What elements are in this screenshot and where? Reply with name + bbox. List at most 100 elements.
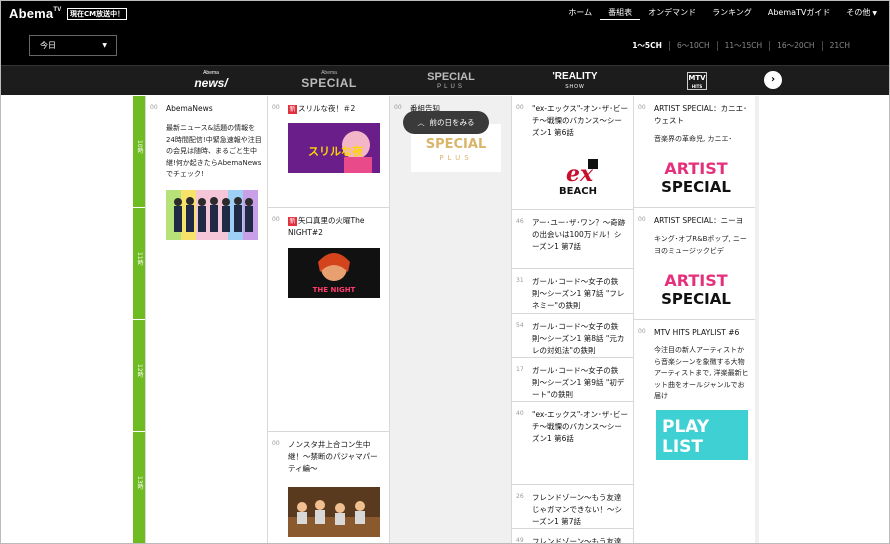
program-title: ガール･コード〜女子の鉄則〜シーズン1 第9話 "初デート"の鉄則 [532, 366, 625, 399]
nav-on-demand[interactable]: オンデマンド [640, 7, 704, 20]
program-minute: 26 [516, 493, 524, 500]
program-cell[interactable]: 40 "ex-エックス"-オン･ザ･ビーチ〜戦慄のバカンス〜シーズン1 第6話 [512, 402, 633, 485]
program-title: ARTIST SPECIAL：カニエ･ウェスト [654, 104, 747, 125]
program-minute: 54 [516, 322, 524, 329]
program-minute: 00 [638, 328, 646, 335]
program-cell[interactable]: 00 番組告知 SPECIAL PLUS [390, 96, 511, 543]
program-title: ガール･コード〜女子の鉄則〜シーズン1 第7話 "フレネミー"の鉄則 [532, 277, 625, 310]
tab-ch-6-10[interactable]: 6〜10CH [668, 41, 717, 51]
program-cell[interactable]: 00 ARTIST SPECIAL：ニーヨ キング･オブR&Bポップ, ニーヨの… [634, 208, 755, 320]
program-minute: 17 [516, 366, 524, 373]
program-title: ガール･コード〜女子の鉄則〜シーズン1 第8話 "元カレの対処法"の鉄則 [532, 322, 625, 355]
program-description: 今注目の新人アーティストから音楽シーンを象徴する大物アーティストまで, 洋楽最新… [654, 346, 749, 400]
program-cell[interactable]: 26 フレンドゾーン〜もう友達じゃガマンできない！〜シーズン1 第7話 [512, 485, 633, 529]
program-title-text: スリルな夜！＃2 [298, 104, 356, 113]
program-cell[interactable]: 54 ガール･コード〜女子の鉄則〜シーズン1 第8話 "元カレの対処法"の鉄則 [512, 314, 633, 358]
prev-day-label: 前の日をみる [429, 118, 475, 127]
nav-home[interactable]: ホーム [560, 7, 600, 20]
channel-logo-main: SPECIAL [301, 76, 357, 90]
chevron-right-icon: › [770, 74, 776, 85]
hour-label: 11時 [136, 252, 143, 266]
main-nav: ホーム 番組表 オンデマンド ランキング AbemaTVガイド その他 ▼ [560, 7, 885, 20]
program-thumbnail: ARTIST SPECIAL [656, 264, 736, 314]
thumb-caption: スリルな夜 [308, 144, 364, 158]
program-thumbnail [288, 487, 380, 537]
thumb-logo-top: SPECIAL [426, 137, 487, 152]
channel-logo-special-plus[interactable]: SPECIAL PLUS [421, 70, 481, 92]
thumb-caption: PLAY [662, 417, 710, 437]
program-minute: 00 [272, 104, 280, 111]
date-select[interactable]: 今日 ▼ [29, 35, 117, 56]
next-channels-button[interactable]: › [764, 71, 782, 89]
channel-logo-bottom: PLUS [437, 84, 465, 90]
program-cell[interactable]: 46 アー･ユー･ザ･ワン？〜奇跡の出会いは100万ドル！シーズン1 第7話 [512, 210, 633, 269]
thumb-caption: ARTIST [664, 159, 727, 178]
program-title: AbemaNews [166, 104, 213, 113]
thumb-caption: THE NIGHT [313, 286, 356, 294]
nav-other[interactable]: その他 ▼ [838, 7, 885, 20]
right-margin [759, 96, 889, 543]
hour-label: 13時 [136, 476, 143, 490]
hour-cell: 10時 [133, 96, 145, 208]
program-cell[interactable]: 17 ガール･コード〜女子の鉄則〜シーズン1 第9話 "初デート"の鉄則 [512, 358, 633, 402]
channel-logo-abema-special[interactable]: Abema SPECIAL [299, 70, 359, 92]
program-cell[interactable]: 00 AbemaNews 最新ニュース&話題の情報を24時間配信!中緊急速報や注… [146, 96, 267, 543]
program-cell[interactable]: 49 フレンドゾーン〜もう友達 [512, 529, 633, 543]
program-minute: 40 [516, 410, 524, 417]
channel-logo-main: MTV [688, 74, 706, 82]
channel-logo-mtv-hits[interactable]: MTV HITS [687, 72, 707, 90]
channel-logo-reality-show[interactable]: 'REALITY SHOW [545, 70, 605, 92]
nav-abematv-guide[interactable]: AbemaTVガイド [760, 7, 839, 20]
program-grid: 10時 11時 12時 13時 00 AbemaNews 最新ニュース&話題の情… [133, 96, 759, 543]
program-title: ARTIST SPECIAL：ニーヨ [654, 216, 744, 225]
prev-day-button[interactable]: ︿ 前の日をみる [403, 111, 489, 134]
tab-ch-21[interactable]: 21CH [821, 41, 857, 51]
time-column: 10時 11時 12時 13時 [133, 96, 145, 543]
program-title: フレンドゾーン〜もう友達じゃガマンできない！〜シーズン1 第7話 [532, 493, 622, 526]
logo-sup: TV [53, 7, 62, 13]
program-title: "ex-エックス"-オン･ザ･ビーチ〜戦慄のバカンス〜シーズン1 第6話 [532, 410, 629, 443]
live-cm-badge[interactable]: 現在CM放送中！ [67, 8, 128, 20]
nav-program-guide[interactable]: 番組表 [600, 7, 641, 20]
hour-cell: 13時 [133, 432, 145, 543]
program-minute: 00 [638, 104, 646, 111]
program-cell[interactable]: 00 MTV HITS PLAYLIST #6 今注目の新人アーティストから音楽… [634, 320, 755, 543]
program-title: MTV HITS PLAYLIST #6 [654, 328, 740, 337]
channel-logo-abema-news[interactable]: Abema news/ [181, 70, 241, 92]
chevron-down-icon: ▼ [102, 42, 107, 49]
abema-logo[interactable]: AbemaTV [9, 6, 61, 21]
program-cell[interactable]: 00 ARTIST SPECIAL：カニエ･ウェスト 音楽界の革命児, カニエ･… [634, 96, 755, 208]
thumb-caption: ARTIST [664, 271, 727, 290]
nav-ranking[interactable]: ランキング [704, 7, 760, 20]
program-thumbnail: ARTIST SPECIAL [656, 152, 736, 202]
program-description: キング･オブR&Bポップ, ニーヨのミュージックビデ [654, 235, 747, 255]
tab-ch-11-15[interactable]: 11〜15CH [716, 41, 769, 51]
hour-cell: 11時 [133, 208, 145, 320]
channel-logo-sub: HITS [691, 84, 703, 89]
program-minute: 46 [516, 218, 524, 225]
thumb-caption-2: SPECIAL [661, 290, 731, 308]
program-cell[interactable]: 00 新矢口真里の火曜The NIGHT#2 THE NIGHT [268, 208, 389, 432]
program-minute: 00 [272, 440, 280, 447]
program-thumbnail: ex BEACH [532, 149, 624, 199]
program-minute: 00 [516, 104, 524, 111]
program-cell[interactable]: 00 新スリルな夜！＃2 スリルな夜 [268, 96, 389, 208]
channel-column-special: 00 新スリルな夜！＃2 スリルな夜 00 新矢口真里の火曜The NIGHT#… [267, 96, 389, 543]
tab-ch-16-20[interactable]: 16〜20CH [769, 41, 821, 51]
program-cell[interactable]: 00 ノンスタ井上合コン生中継！〜禁断のパジャマパーティ編〜 [268, 432, 389, 543]
channel-column-special-plus: 00 番組告知 SPECIAL PLUS [389, 96, 511, 543]
top-bar: AbemaTV 現在CM放送中！ ホーム 番組表 オンデマンド ランキング Ab… [1, 1, 889, 65]
channel-column-news: 00 AbemaNews 最新ニュース&話題の情報を24時間配信!中緊急速報や注… [145, 96, 267, 543]
program-minute: 00 [394, 104, 402, 111]
abema-tv-guide: AbemaTV 現在CM放送中！ ホーム 番組表 オンデマンド ランキング Ab… [0, 0, 890, 544]
channel-column-mtv-hits: 00 ARTIST SPECIAL：カニエ･ウェスト 音楽界の革命児, カニエ･… [633, 96, 755, 543]
program-cell[interactable]: 00 "ex-エックス"-オン･ザ･ビーチ〜戦慄のバカンス〜シーズン1 第6話 … [512, 96, 633, 210]
hour-label: 10時 [136, 140, 143, 154]
tab-ch-1-5[interactable]: 1〜5CH [625, 41, 669, 51]
thumb-logo-bottom: PLUS [439, 154, 472, 162]
hour-cell: 12時 [133, 320, 145, 432]
program-cell[interactable]: 31 ガール･コード〜女子の鉄則〜シーズン1 第7話 "フレネミー"の鉄則 [512, 269, 633, 314]
thumb-caption-2: LIST [662, 437, 703, 457]
hour-label: 12時 [136, 364, 143, 378]
logo-text: Abema [9, 6, 54, 21]
